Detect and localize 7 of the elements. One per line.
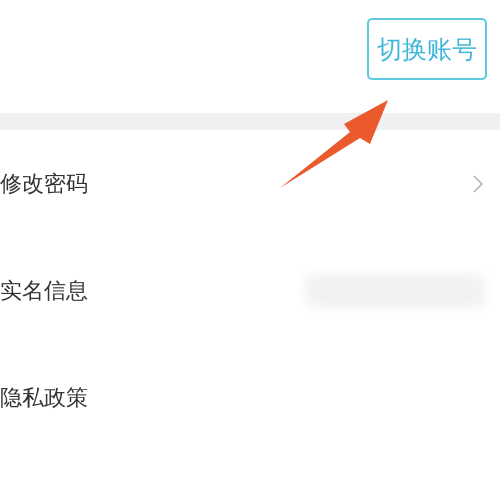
chevron-icon <box>473 174 483 192</box>
settings-row[interactable]: 实名信息 <box>0 237 500 344</box>
row-label: 实名信息 <box>0 278 88 306</box>
row-label: 修改密码 <box>0 170 88 198</box>
settings-row[interactable]: 修改密码 <box>0 130 500 237</box>
row-label: 隐私政策 <box>0 384 88 412</box>
settings-row[interactable]: 隐私政策 <box>0 344 500 451</box>
